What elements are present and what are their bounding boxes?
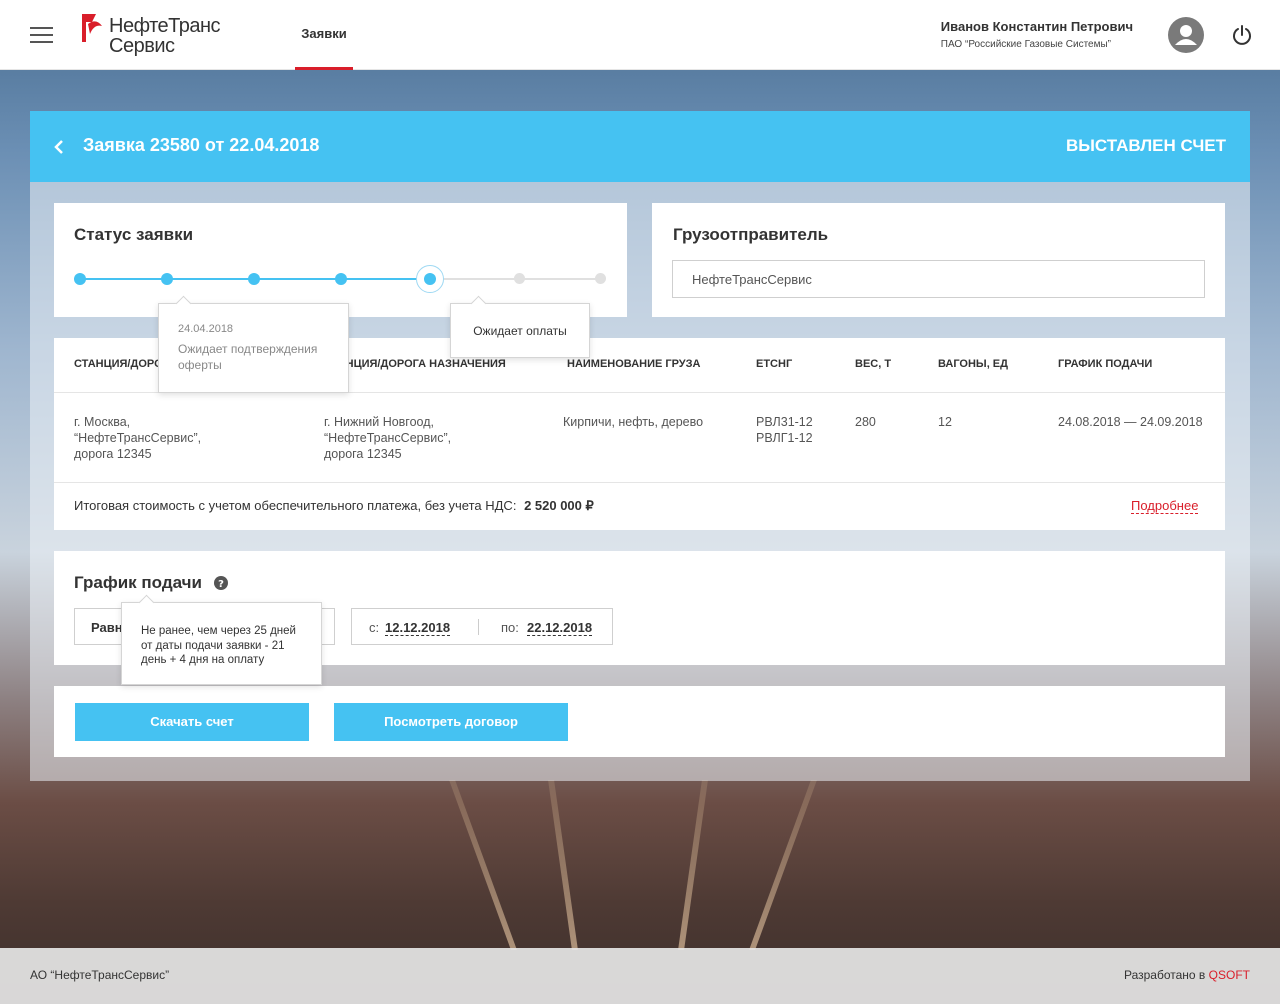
date-to-input[interactable]: 22.12.2018 [527, 620, 593, 636]
step-tooltip-date: 24.04.2018 [178, 323, 234, 335]
date-range: с: 12.12.2018 по: 22.12.2018 [351, 608, 613, 645]
step-tooltip: 24.04.2018 Ожидает подтверждения оферты [158, 303, 349, 393]
cell-weight: 280 [855, 415, 876, 429]
background-rails [0, 780, 1280, 950]
step-tooltip-text: Ожидает подтверждения оферты [178, 342, 318, 372]
cell-from: г. Москва, “НефтеТрансСервис”, дорога 1234… [74, 415, 202, 461]
divider [54, 482, 1225, 483]
date-from-label: с: [369, 620, 380, 635]
avatar[interactable] [1168, 17, 1204, 53]
page-title: Заявка 23580 от 22.04.2018 [83, 135, 320, 155]
cell-schedule: 24.08.2018 — 24.09.2018 [1058, 415, 1203, 429]
col-header-wagons: ВАГОНЫ, ЕД [938, 358, 1008, 370]
power-icon[interactable] [1231, 24, 1253, 46]
cell-wagons: 12 [938, 415, 952, 429]
menu-icon[interactable] [30, 27, 53, 43]
top-header: НефтеТранс Сервис Заявки Иванов Констант… [0, 0, 1280, 70]
cell-cargo: Кирпичи, нефть, дерево [563, 415, 704, 429]
qsoft-link[interactable]: QSOFT [1209, 968, 1250, 982]
col-header-cargo: НАИМЕНОВАНИЕ ГРУЗА [567, 358, 701, 370]
user-name: Иванов Константин Петрович [940, 19, 1133, 34]
total-label: Итоговая стоимость с учетом обеспечитель… [74, 498, 517, 513]
schedule-tooltip: Не ранее, чем через 25 дней от даты пода… [121, 602, 322, 685]
total-value: 2 520 000 ₽ [524, 498, 594, 513]
user-org: ПАО “Российские Газовые Системы” [940, 39, 1111, 50]
footer: АО “НефтеТрансСервис” Разработано в QSOF… [0, 948, 1280, 1004]
col-header-to: СТАНЦИЯ/ДОРОГА НАЗНАЧЕНИЯ [324, 358, 506, 370]
logo-text: НефтеТранс Сервис [109, 15, 221, 57]
back-arrow-icon[interactable] [50, 135, 70, 159]
step-dot[interactable] [335, 273, 347, 285]
shipper-card-title: Грузоотправитель [673, 225, 829, 244]
cell-etsng: РВЛ31-12 РВЛГ1-12 [756, 415, 813, 445]
col-header-weight: ВЕС, Т [855, 358, 892, 370]
current-step-tooltip: Ожидает оплаты [450, 303, 590, 358]
panel-header: Заявка 23580 от 22.04.2018 ВЫСТАВЛЕН СЧЕ… [30, 111, 1250, 182]
footer-company: АО “НефтеТрансСервис” [30, 968, 170, 982]
status-card [54, 203, 627, 317]
col-header-etsng: ЕТСНГ [756, 358, 793, 370]
status-badge: ВЫСТАВЛЕН СЧЕТ [1065, 136, 1226, 155]
cell-to: г. Нижний Новгоод, “НефтеТрансСервис”, дор… [324, 415, 452, 461]
details-link[interactable]: Подробнее [1131, 498, 1199, 514]
user-info: Иванов Константин Петрович ПАО “Российск… [941, 19, 1133, 50]
svg-text:?: ? [218, 579, 224, 590]
step-dot-current[interactable] [416, 265, 444, 293]
view-contract-button[interactable]: Посмотреть договор [334, 703, 568, 741]
user-icon [1175, 25, 1197, 45]
help-icon[interactable]: ? [214, 576, 228, 590]
total-row: Итоговая стоимость с учетом обеспечитель… [74, 498, 594, 514]
logo[interactable]: НефтеТранс Сервис [82, 14, 232, 58]
date-to-label: по: [501, 620, 519, 635]
tab-requests[interactable]: Заявки [295, 0, 353, 70]
schedule-card-title: График подачи [74, 573, 202, 592]
step-dot[interactable] [161, 273, 173, 285]
step-dot[interactable] [514, 273, 525, 284]
shipper-field[interactable]: НефтеТрансСервис [672, 260, 1205, 298]
date-from-input[interactable]: 12.12.2018 [385, 620, 451, 636]
step-dot[interactable] [248, 273, 260, 285]
step-dot[interactable] [595, 273, 606, 284]
step-dot[interactable] [74, 273, 86, 285]
footer-credits: Разработано в QSOFT [1123, 968, 1250, 982]
logo-mark-icon [82, 14, 102, 42]
col-header-schedule: ГРАФИК ПОДАЧИ [1058, 358, 1153, 370]
download-invoice-button[interactable]: Скачать счет [75, 703, 309, 741]
status-card-title: Статус заявки [74, 225, 194, 244]
